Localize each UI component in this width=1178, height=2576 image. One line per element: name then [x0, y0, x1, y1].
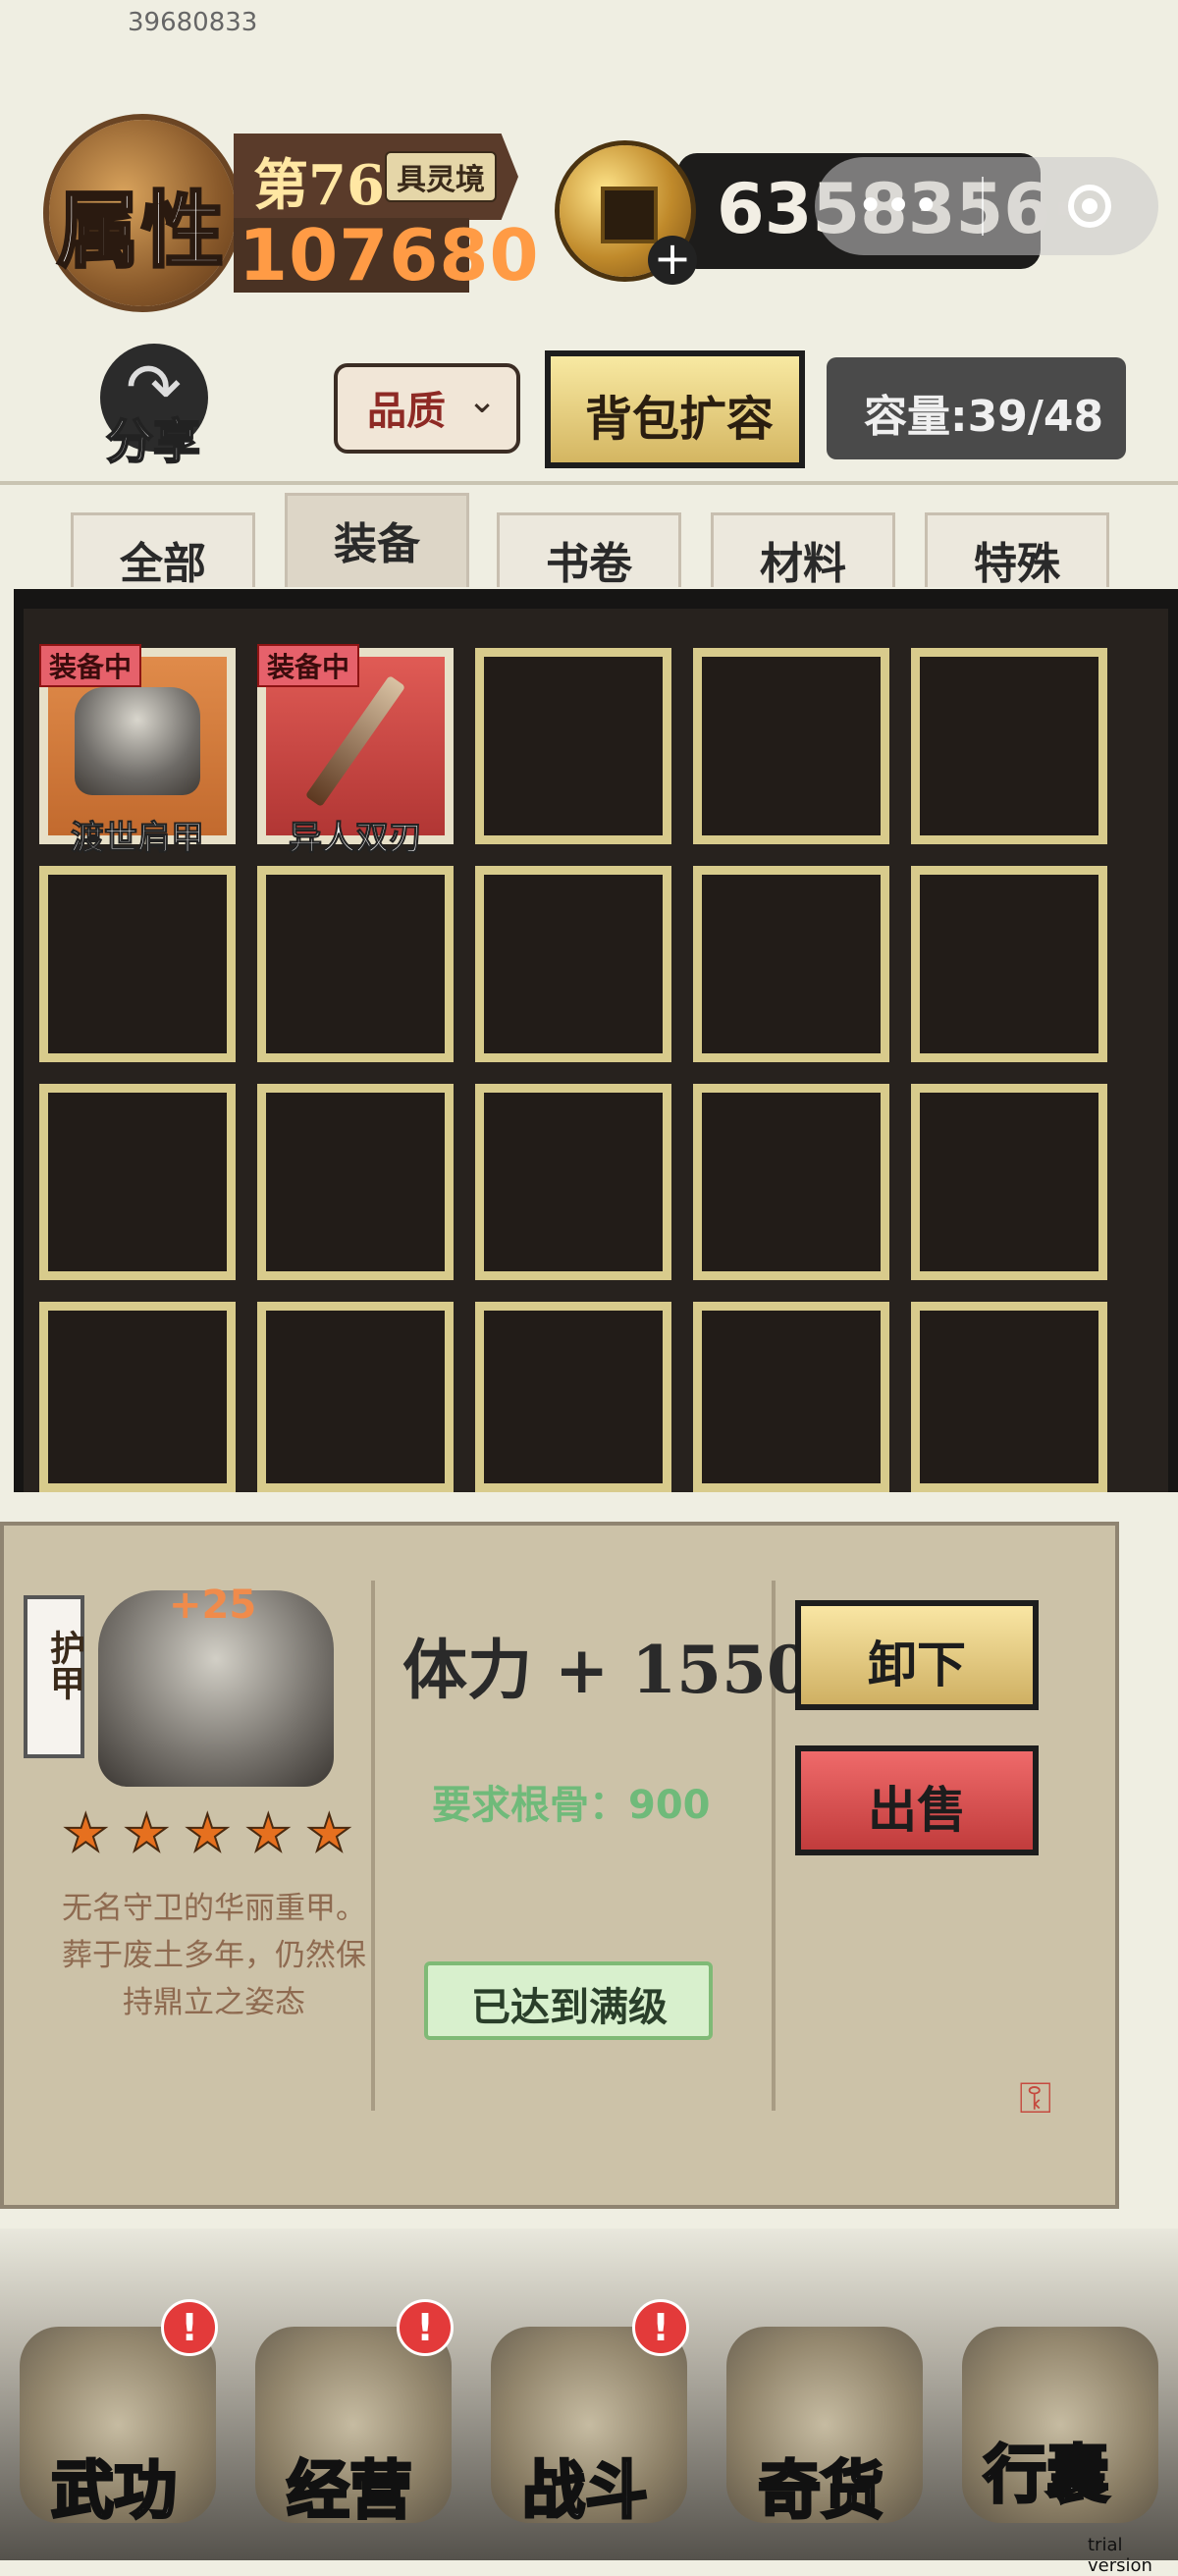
equipped-badge: 装备中	[39, 644, 142, 687]
alert-icon: !	[632, 2299, 689, 2356]
nav-bag[interactable]: 行囊	[983, 2425, 1111, 2515]
inventory-slot-16[interactable]	[39, 1302, 236, 1492]
expand-bag-label[interactable]: 背包扩容	[585, 380, 774, 449]
inventory-slot-20[interactable]	[911, 1302, 1107, 1492]
inventory-slot-17[interactable]	[257, 1302, 454, 1492]
nav-martial-arts[interactable]: 武功	[50, 2441, 179, 2531]
tab-materials-label[interactable]: 材料	[711, 528, 895, 591]
level-text: 第76	[253, 153, 385, 218]
requirement-text: 要求根骨：900	[432, 1783, 711, 1828]
inventory-slot-13[interactable]	[475, 1084, 671, 1280]
nav-battle[interactable]: 战斗	[521, 2441, 650, 2531]
add-currency-button[interactable]: +	[648, 236, 697, 285]
equipped-badge: 装备中	[257, 644, 360, 687]
item-name: 异人双刃	[289, 819, 423, 859]
tab-equipment-label[interactable]: 装备	[285, 509, 469, 571]
item-description: 无名守卫的华丽重甲。葬于废土多年，仍然保持鼎立之姿态	[62, 1891, 366, 2020]
tab-special-label[interactable]: 特殊	[925, 528, 1109, 591]
inventory-slot-6[interactable]	[39, 866, 236, 1062]
power-value: 107680	[239, 214, 540, 296]
trial-version-label: trial version	[1088, 2535, 1152, 2576]
inventory-slot-19[interactable]	[693, 1302, 889, 1492]
item-stat: 体力 + 1550	[402, 1632, 812, 1708]
star-icon: ★	[62, 1803, 110, 1864]
inventory-slot-11[interactable]	[39, 1084, 236, 1280]
inventory-slot-9[interactable]	[693, 866, 889, 1062]
chevron-down-icon[interactable]: ⌄	[467, 381, 497, 421]
item-type-label: 护甲	[44, 1630, 85, 1700]
lock-icon[interactable]: ⚿	[1019, 2073, 1051, 2123]
more-options-icon[interactable]: •••	[844, 175, 952, 238]
inventory-slot-8[interactable]	[475, 866, 671, 1062]
star-icon: ★	[305, 1803, 353, 1864]
armor-icon	[75, 687, 200, 795]
tab-books-label[interactable]: 书卷	[497, 528, 681, 591]
inventory-slot-3[interactable]	[475, 648, 671, 844]
inventory-slot-4[interactable]	[693, 648, 889, 844]
inventory-slot-15[interactable]	[911, 1084, 1107, 1280]
capsule-divider	[982, 177, 984, 236]
inventory-slot-10[interactable]	[911, 866, 1107, 1062]
inventory-slot-18[interactable]	[475, 1302, 671, 1492]
star-icon: ★	[184, 1803, 232, 1864]
coin-hole-icon	[601, 187, 658, 243]
capacity-label: 容量:39/48	[864, 392, 1104, 442]
attribute-label[interactable]: 属性	[55, 165, 226, 284]
star-icon: ★	[244, 1803, 293, 1864]
inventory-slot-12[interactable]	[257, 1084, 454, 1280]
inventory-slot-14[interactable]	[693, 1084, 889, 1280]
user-id: 39680833	[128, 8, 258, 37]
max-level-label: 已达到满级	[471, 1984, 668, 2030]
sell-label[interactable]: 出售	[868, 1771, 966, 1842]
tab-all-label[interactable]: 全部	[71, 528, 255, 591]
item-name: 渡世肩甲	[71, 819, 205, 859]
inventory-slot-5[interactable]	[911, 648, 1107, 844]
star-icon: ★	[123, 1803, 171, 1864]
alert-icon: !	[161, 2299, 218, 2356]
share-label[interactable]: 分享	[105, 402, 201, 471]
detail-divider	[371, 1581, 375, 2111]
quality-dropdown-label[interactable]: 品质	[367, 379, 446, 436]
enhance-level: +25	[169, 1583, 257, 1628]
nav-business[interactable]: 经营	[286, 2441, 414, 2531]
divider	[0, 481, 1178, 485]
close-capsule-icon[interactable]	[1068, 185, 1111, 228]
inventory-slot-7[interactable]	[257, 866, 454, 1062]
realm-badge: 具灵境	[385, 151, 497, 202]
nav-goods[interactable]: 奇货	[757, 2441, 885, 2531]
alert-icon: !	[397, 2299, 454, 2356]
unequip-label[interactable]: 卸下	[868, 1626, 966, 1696]
